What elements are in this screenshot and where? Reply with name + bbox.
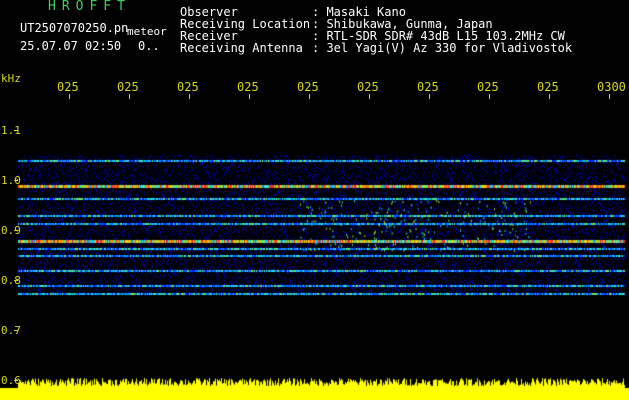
hrofft-logo: HROFFT <box>48 0 131 14</box>
x-tick-mark <box>429 94 430 99</box>
y-tick-mark <box>14 130 18 131</box>
x-tick-label: 0300 <box>597 80 626 94</box>
x-tick-label: 025 <box>357 80 379 94</box>
x-tick-label: 025 <box>177 80 199 94</box>
spectrogram-canvas <box>0 0 629 400</box>
x-tick-mark <box>369 94 370 99</box>
x-tick-mark <box>489 94 490 99</box>
timestamp-label: 25.07.07 02:50 <box>20 39 122 53</box>
x-tick-label: 025 <box>237 80 259 94</box>
x-tick-mark <box>189 94 190 99</box>
x-tick-label: 025 <box>117 80 139 94</box>
y-tick-mark <box>14 230 18 231</box>
antenna-value: : 3el Yagi(V) Az 330 for Vladivostok <box>312 41 573 55</box>
extra-value-label: 0.. <box>138 39 160 53</box>
y-tick-mark <box>14 180 18 181</box>
y-tick-mark <box>14 280 18 281</box>
antenna-label: Receiving Antenna <box>180 41 303 55</box>
x-tick-label: 025 <box>537 80 559 94</box>
y-axis-unit: kHz <box>1 72 21 85</box>
x-tick-mark <box>129 94 130 99</box>
y-tick-mark <box>14 330 18 331</box>
y-tick-mark <box>14 380 18 381</box>
x-tick-mark <box>609 94 610 99</box>
x-tick-mark <box>249 94 250 99</box>
x-tick-label: 025 <box>297 80 319 94</box>
x-tick-mark <box>69 94 70 99</box>
x-tick-label: 025 <box>477 80 499 94</box>
filename-label: UT2507070250.pn <box>20 21 129 35</box>
x-tick-mark <box>549 94 550 99</box>
x-tick-label: 025 <box>57 80 79 94</box>
x-tick-label: 025 <box>417 80 439 94</box>
meteor-label: meteor <box>127 25 167 38</box>
x-tick-mark <box>309 94 310 99</box>
